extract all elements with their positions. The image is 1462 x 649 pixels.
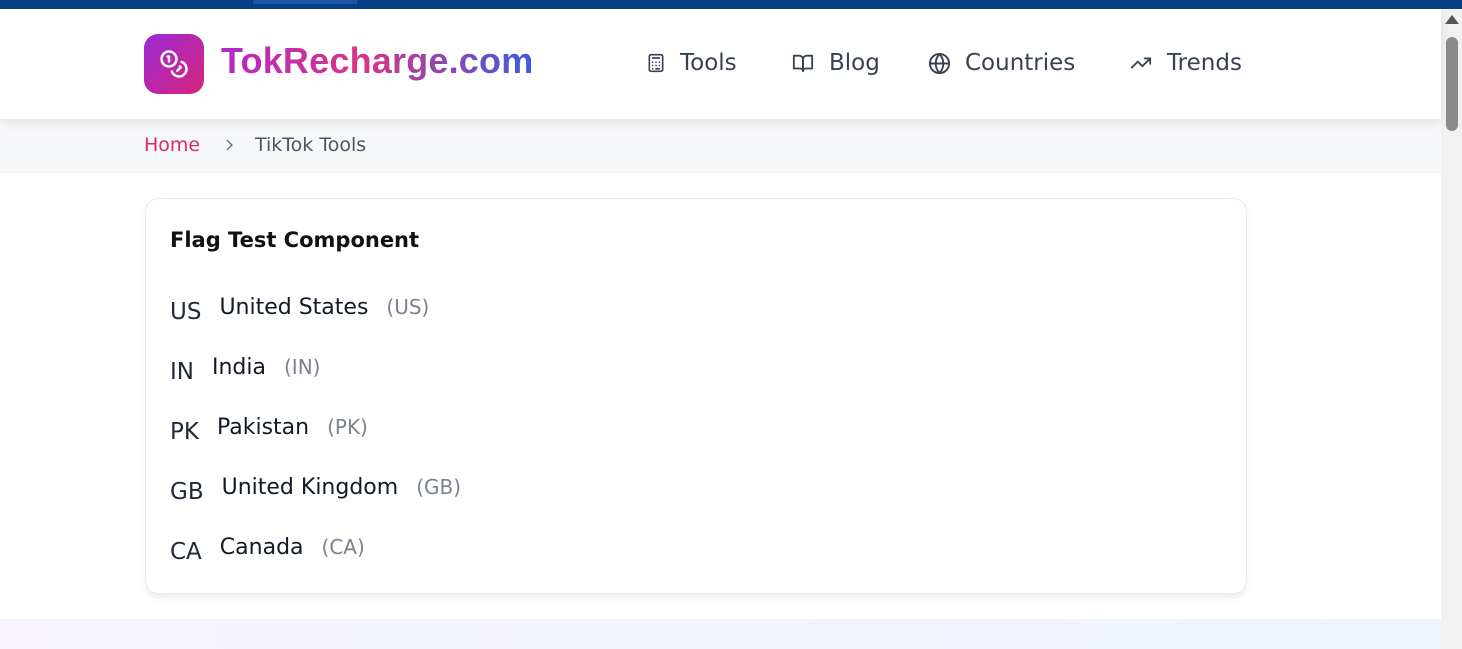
calculator-icon — [648, 53, 664, 73]
country-row-gb: GB United Kingdom (GB) — [170, 467, 461, 507]
active-tab-indicator[interactable] — [253, 0, 357, 4]
country-code-label: (PK) — [327, 415, 368, 439]
country-name: United Kingdom — [221, 474, 399, 500]
breadcrumb — [0, 119, 1441, 173]
country-code-label: (GB) — [416, 475, 462, 499]
country-name: Pakistan — [216, 414, 310, 440]
nav-item-blog[interactable]: Blog — [791, 48, 880, 78]
logo-badge[interactable] — [144, 34, 204, 94]
country-flag-code: PK — [170, 419, 199, 445]
nav-label-countries: Countries — [965, 50, 1076, 76]
vertical-scrollbar[interactable] — [1441, 9, 1462, 649]
nav-item-tools[interactable]: Tools — [646, 48, 737, 78]
nav-label-trends: Trends — [1167, 50, 1242, 76]
country-flag-code: CA — [170, 539, 202, 565]
brand-name[interactable]: TokRecharge.com — [221, 40, 533, 82]
country-flag-code: US — [170, 299, 202, 325]
globe-icon — [928, 52, 951, 74]
country-code-label: (US) — [386, 295, 430, 319]
site-header: TokRecharge.com Tools Blog Countries Tre… — [0, 9, 1441, 119]
flag-test-card: Flag Test Component US United States (US… — [145, 198, 1247, 594]
scrollbar-thumb[interactable] — [1446, 37, 1458, 131]
country-row-ca: CA Canada (CA) — [170, 527, 365, 567]
scroll-up-arrow-icon[interactable] — [1445, 15, 1459, 24]
breadcrumb-current: TikTok Tools — [255, 134, 367, 156]
nav-label-blog: Blog — [829, 50, 880, 76]
country-name: India — [212, 354, 266, 380]
country-name: United States — [219, 294, 369, 320]
country-code-label: (CA) — [321, 535, 365, 559]
coins-icon — [160, 50, 188, 78]
country-code-label: (IN) — [284, 355, 321, 379]
breadcrumb-home-link[interactable]: Home — [144, 134, 200, 156]
browser-top-bar — [0, 0, 1462, 9]
country-flag-code: GB — [170, 479, 204, 505]
chevron-right-icon — [222, 137, 236, 157]
country-row-pk: PK Pakistan (PK) — [170, 407, 368, 447]
country-name: Canada — [219, 534, 304, 560]
card-title: Flag Test Component — [170, 228, 420, 252]
next-section-background — [0, 619, 1441, 649]
country-row-us: US United States (US) — [170, 287, 429, 327]
nav-item-trends[interactable]: Trends — [1129, 48, 1242, 78]
country-flag-code: IN — [170, 359, 194, 385]
country-row-in: IN India (IN) — [170, 347, 320, 387]
trending-up-icon — [1130, 57, 1152, 69]
nav-label-tools: Tools — [680, 50, 737, 76]
book-open-icon — [792, 54, 814, 73]
nav-item-countries[interactable]: Countries — [928, 48, 1075, 78]
